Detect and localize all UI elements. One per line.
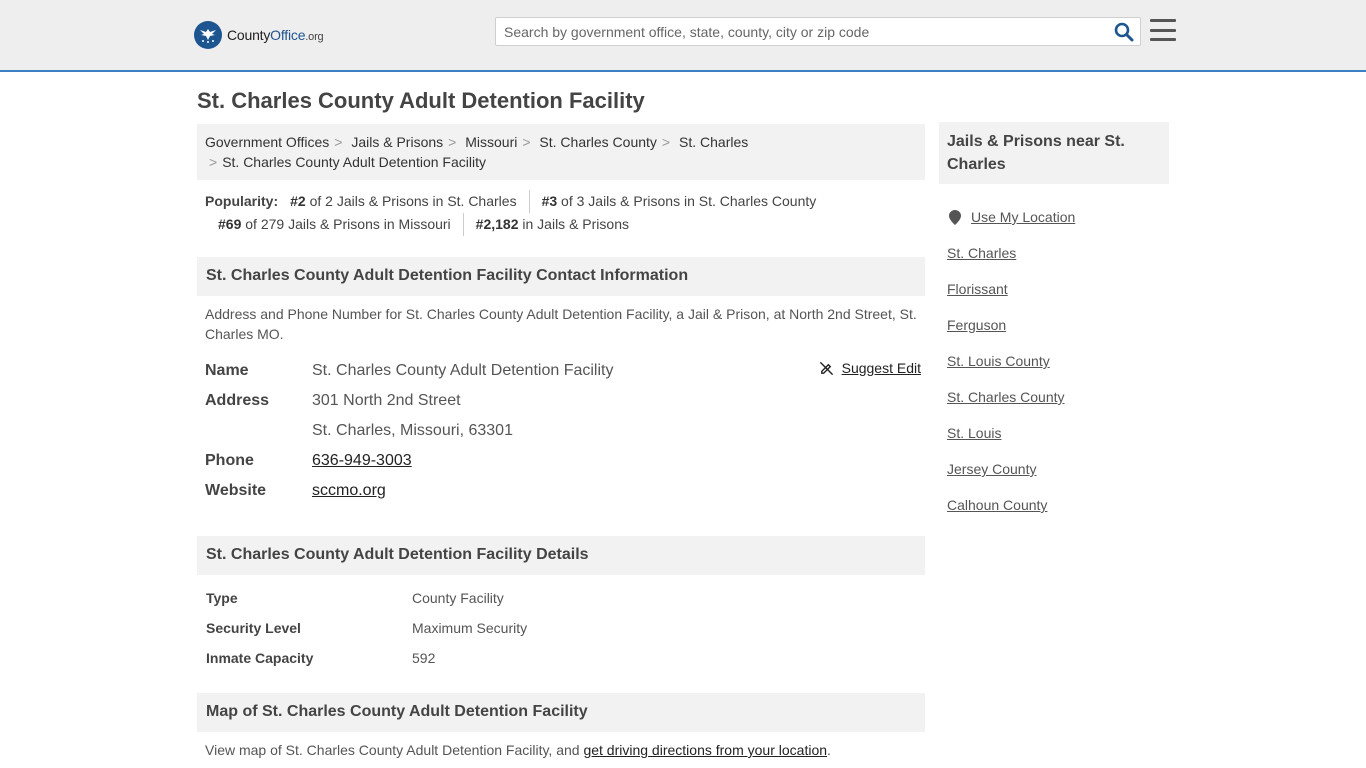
name-label: Name: [205, 362, 249, 379]
nearby-item[interactable]: St. Louis County: [947, 343, 1167, 379]
address-line-1: 301 North 2nd Street: [312, 392, 461, 409]
breadcrumb-current: St. Charles County Adult Detention Facil…: [222, 154, 486, 170]
phone-link[interactable]: 636-949-3003: [312, 452, 412, 469]
popularity-rankings: Popularity: #2 of 2 Jails & Prisons in S…: [205, 190, 925, 236]
nearby-item[interactable]: Calhoun County: [947, 487, 1167, 523]
address-line-2: St. Charles, Missouri, 63301: [312, 422, 513, 439]
breadcrumb-item[interactable]: Government Offices: [205, 134, 329, 150]
search-input[interactable]: [496, 18, 1106, 45]
breadcrumb-item[interactable]: St. Charles: [679, 134, 748, 150]
chevron-right-icon: >: [522, 134, 531, 150]
name-row: Name St. Charles County Adult Detention …: [205, 356, 923, 386]
sidebar-heading: Jails & Prisons near St. Charles: [939, 122, 1169, 184]
popularity-item: #3 of 3 Jails & Prisons in St. Charles C…: [528, 190, 829, 213]
map-pin-icon: [947, 209, 963, 225]
nearby-item[interactable]: St. Charles County: [947, 379, 1167, 415]
nearby-link[interactable]: St. Charles: [947, 245, 1016, 261]
nearby-link[interactable]: Jersey County: [947, 461, 1036, 477]
nearby-item[interactable]: St. Charles: [947, 235, 1167, 271]
details-table: Type County Facility Security Level Maxi…: [206, 583, 924, 673]
edit-off-icon: [819, 361, 833, 375]
nearby-list: Use My Location St. Charles Florissant F…: [947, 199, 1167, 523]
chevron-right-icon: >: [334, 134, 343, 150]
use-location-link[interactable]: Use My Location: [971, 209, 1075, 225]
page-title: St. Charles County Adult Detention Facil…: [197, 88, 645, 113]
contact-heading: St. Charles County Adult Detention Facil…: [197, 257, 925, 296]
phone-label: Phone: [205, 452, 254, 469]
nearby-link[interactable]: Calhoun County: [947, 497, 1047, 513]
chevron-right-icon: >: [448, 134, 457, 150]
address-row: Address 301 North 2nd Street: [205, 386, 923, 416]
eagle-logo-icon: [194, 21, 222, 49]
name-value: St. Charles County Adult Detention Facil…: [312, 362, 614, 379]
search-button[interactable]: [1114, 22, 1134, 42]
popularity-item: #2 of 2 Jails & Prisons in St. Charles: [290, 193, 517, 209]
map-heading: Map of St. Charles County Adult Detentio…: [197, 693, 925, 732]
nearby-link[interactable]: St. Louis: [947, 425, 1001, 441]
site-logo[interactable]: CountyOffice.org: [194, 20, 324, 50]
popularity-item: #2,182 in Jails & Prisons: [462, 213, 641, 236]
chevron-right-icon: >: [209, 154, 218, 170]
map-description: View map of St. Charles County Adult Det…: [205, 742, 831, 758]
site-header: CountyOffice.org: [0, 0, 1366, 72]
hamburger-menu-icon[interactable]: [1150, 19, 1176, 41]
nearby-link[interactable]: St. Louis County: [947, 353, 1050, 369]
address-row-2: St. Charles, Missouri, 63301: [205, 416, 923, 446]
nearby-item[interactable]: St. Louis: [947, 415, 1167, 451]
website-label: Website: [205, 482, 267, 499]
suggest-edit-link[interactable]: Suggest Edit: [842, 360, 921, 376]
popularity-label: Popularity:: [205, 193, 279, 209]
nearby-item[interactable]: Jersey County: [947, 451, 1167, 487]
nearby-link[interactable]: Florissant: [947, 281, 1008, 297]
nearby-item[interactable]: Florissant: [947, 271, 1167, 307]
detail-key: Security Level: [206, 620, 301, 636]
detail-value: Maximum Security: [412, 620, 528, 636]
details-heading: St. Charles County Adult Detention Facil…: [197, 536, 925, 575]
breadcrumb-item[interactable]: Missouri: [465, 134, 517, 150]
breadcrumb: Government Offices > Jails & Prisons > Mis…: [197, 124, 925, 180]
website-row: Website sccmo.org: [205, 476, 923, 506]
contact-table: Suggest Edit Name St. Charles County Adu…: [205, 356, 923, 506]
nearby-link[interactable]: Ferguson: [947, 317, 1006, 333]
detail-row: Security Level Maximum Security: [206, 613, 924, 643]
detail-row: Type County Facility: [206, 583, 924, 613]
detail-value: 592: [412, 650, 436, 666]
address-label: Address: [205, 392, 270, 409]
contact-description: Address and Phone Number for St. Charles…: [205, 306, 917, 342]
phone-row: Phone 636-949-3003: [205, 446, 923, 476]
nearby-link[interactable]: St. Charles County: [947, 389, 1065, 405]
driving-directions-link[interactable]: get driving directions from your locatio…: [583, 742, 827, 758]
search-icon: [1114, 22, 1134, 42]
logo-wordmark: CountyOffice.org: [227, 27, 324, 43]
website-link[interactable]: sccmo.org: [312, 482, 386, 499]
breadcrumb-item[interactable]: Jails & Prisons: [351, 134, 443, 150]
chevron-right-icon: >: [661, 134, 671, 150]
detail-key: Inmate Capacity: [206, 650, 314, 666]
suggest-edit[interactable]: Suggest Edit: [819, 360, 921, 376]
detail-row: Inmate Capacity 592: [206, 643, 924, 673]
breadcrumb-item[interactable]: St. Charles County: [539, 134, 657, 150]
popularity-item: #69 of 279 Jails & Prisons in Missouri: [218, 216, 451, 232]
search-bar: [495, 17, 1141, 46]
use-location-item[interactable]: Use My Location: [947, 199, 1167, 235]
nearby-item[interactable]: Ferguson: [947, 307, 1167, 343]
detail-value: County Facility: [412, 590, 504, 606]
detail-key: Type: [206, 590, 238, 606]
